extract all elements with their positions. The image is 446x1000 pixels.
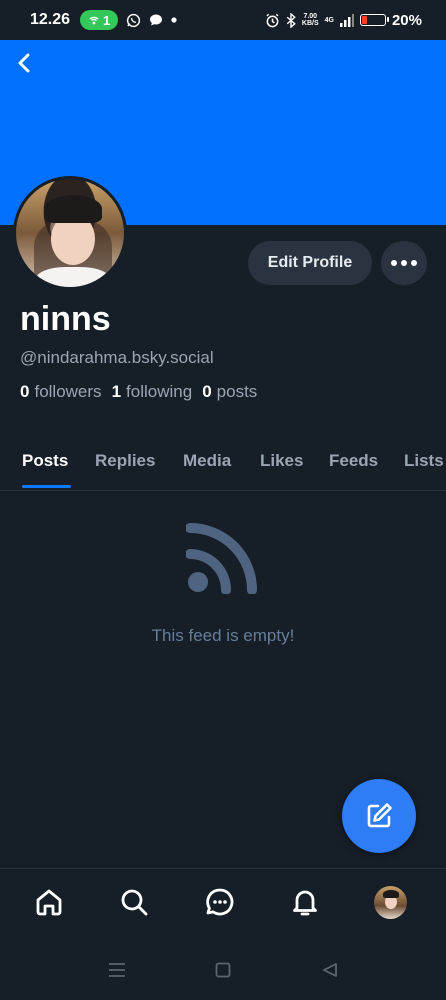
alarm-icon <box>266 13 279 27</box>
battery-percent: 20% <box>391 11 422 29</box>
chat-icon <box>206 888 234 916</box>
nav-profile[interactable] <box>373 885 407 919</box>
empty-feed-message: This feed is empty! <box>151 626 295 645</box>
posts-stat: 0 posts <box>202 382 257 402</box>
whatsapp-icon <box>126 13 141 28</box>
system-nav-bar <box>0 938 446 1000</box>
followers-label: followers <box>34 382 102 401</box>
posts-count: 0 <box>202 382 212 401</box>
bluetooth-icon <box>286 12 296 28</box>
hotspot-icon <box>89 16 99 25</box>
system-menu-button[interactable] <box>107 960 127 980</box>
nav-profile-avatar <box>373 885 407 919</box>
nav-search[interactable] <box>117 885 151 919</box>
edit-profile-button[interactable]: Edit Profile <box>248 241 372 285</box>
network-type: 4G <box>324 16 334 24</box>
net-speed-unit: KB/S <box>301 20 319 27</box>
followers-count: 0 <box>20 382 30 401</box>
nav-chat[interactable] <box>203 885 237 919</box>
bell-icon <box>293 890 317 916</box>
profile-avatar[interactable] <box>13 176 127 290</box>
following-label: following <box>126 382 193 401</box>
tab-lists[interactable]: Lists <box>404 451 444 471</box>
bottom-nav <box>0 868 446 939</box>
hotspot-count: 1 <box>103 12 111 28</box>
square-icon <box>215 962 231 978</box>
home-icon <box>36 889 62 916</box>
compose-post-button[interactable] <box>342 779 416 853</box>
tab-likes[interactable]: Likes <box>260 451 303 471</box>
menu-icon <box>109 963 125 977</box>
nav-notifications[interactable] <box>288 885 322 919</box>
tab-posts[interactable]: Posts <box>22 451 68 471</box>
rss-feed-icon <box>186 523 257 594</box>
net-speed-value: 7.00 <box>303 13 318 20</box>
net-speed: 7.00 KB/S <box>302 13 319 27</box>
chevron-left-icon <box>18 53 30 73</box>
hotspot-badge: 1 <box>80 10 119 30</box>
following-count: 1 <box>111 382 122 401</box>
active-tab-indicator <box>22 485 71 488</box>
system-back-button[interactable] <box>320 960 340 980</box>
signal-icon <box>339 13 354 27</box>
nav-home[interactable] <box>32 885 66 919</box>
status-bar: 12.26 1 7.00 KB/S 4G 20% <box>0 0 446 40</box>
profile-stats: 0 followers 1 following 0 posts <box>20 382 257 402</box>
display-name: ninns <box>20 300 111 338</box>
back-button[interactable] <box>12 50 36 76</box>
status-time: 12.26 <box>30 11 71 28</box>
more-icon <box>391 260 397 266</box>
profile-handle: @nindarahma.bsky.social <box>20 348 214 367</box>
status-right-group: 7.00 KB/S 4G 20% <box>265 12 422 29</box>
compose-icon <box>367 803 392 828</box>
tab-feeds[interactable]: Feeds <box>329 451 378 471</box>
following-stat[interactable]: 1 following <box>112 382 193 402</box>
tab-media[interactable]: Media <box>183 451 231 471</box>
battery-icon <box>359 14 389 26</box>
system-home-button[interactable] <box>213 960 233 980</box>
tab-replies[interactable]: Replies <box>95 451 155 471</box>
triangle-back-icon <box>323 963 337 977</box>
message-bubble-icon <box>149 13 163 27</box>
notification-dot-icon <box>171 17 177 23</box>
profile-tabs: Posts Replies Media Likes Feeds Lists <box>0 441 446 491</box>
more-options-button[interactable] <box>381 241 427 285</box>
search-icon <box>121 889 148 916</box>
followers-stat[interactable]: 0 followers <box>20 382 102 402</box>
posts-label: posts <box>216 382 258 401</box>
